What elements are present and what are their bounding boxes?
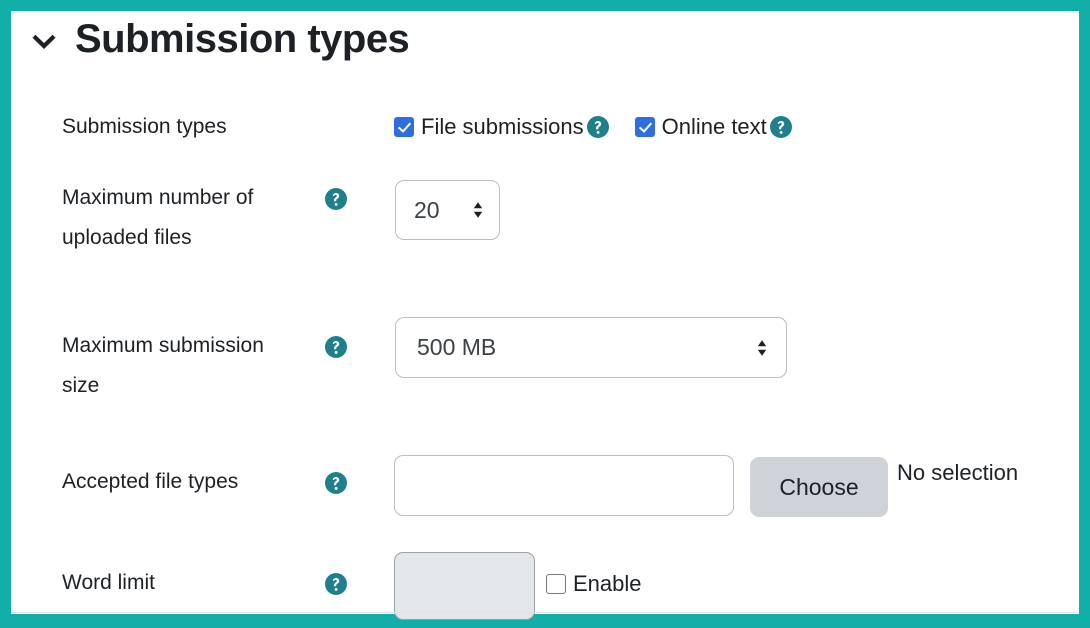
accepted-file-types-input[interactable] bbox=[394, 455, 734, 516]
label-submission-types: Submission types bbox=[62, 107, 312, 147]
choose-button[interactable]: Choose bbox=[750, 457, 888, 517]
select-max-files[interactable]: 20 bbox=[395, 180, 500, 240]
label-max-files: Maximum number of uploaded files bbox=[62, 178, 302, 258]
label-max-size: Maximum submission size bbox=[62, 326, 302, 406]
sort-updown-icon-max-files bbox=[471, 198, 485, 222]
help-circle-icon-accepted-file-types[interactable] bbox=[324, 471, 348, 495]
checkbox-file-submissions[interactable] bbox=[394, 117, 414, 137]
panel-inner: Submission types Submission types File s… bbox=[11, 11, 1079, 614]
accepted-file-types-status: No selection bbox=[897, 460, 1018, 486]
label-word-limit: Word limit bbox=[62, 563, 302, 603]
section-header-submission-types[interactable]: Submission types bbox=[29, 17, 409, 61]
checkbox-label-word-limit-enable: Enable bbox=[573, 571, 642, 597]
word-limit-input[interactable] bbox=[394, 552, 535, 620]
checkbox-item-online-text[interactable]: Online text bbox=[635, 114, 793, 140]
page-title: Submission types bbox=[75, 17, 409, 61]
submission-types-checkbox-group: File submissions Online text bbox=[394, 107, 793, 147]
checkbox-label-online-text: Online text bbox=[662, 114, 767, 140]
checkbox-item-file-submissions[interactable]: File submissions bbox=[394, 114, 610, 140]
label-accepted-file-types: Accepted file types bbox=[62, 462, 322, 502]
checkbox-word-limit-enable[interactable] bbox=[546, 574, 566, 594]
help-circle-icon-online-text[interactable] bbox=[769, 115, 793, 139]
checkbox-label-file-submissions: File submissions bbox=[421, 114, 584, 140]
help-circle-icon-file-submissions[interactable] bbox=[586, 115, 610, 139]
select-value-max-files: 20 bbox=[414, 197, 440, 224]
help-circle-icon-max-files[interactable] bbox=[324, 187, 348, 211]
bottom-divider bbox=[11, 612, 1079, 613]
sort-updown-icon-max-size bbox=[755, 336, 769, 360]
submission-types-panel: Submission types Submission types File s… bbox=[0, 0, 1090, 628]
select-value-max-size: 500 MB bbox=[417, 334, 496, 361]
checkbox-item-word-limit-enable[interactable]: Enable bbox=[546, 571, 642, 597]
help-circle-icon-word-limit[interactable] bbox=[324, 572, 348, 596]
checkbox-online-text[interactable] bbox=[635, 117, 655, 137]
select-max-size[interactable]: 500 MB bbox=[395, 317, 787, 378]
help-circle-icon-max-size[interactable] bbox=[324, 335, 348, 359]
chevron-down-icon[interactable] bbox=[29, 27, 59, 57]
